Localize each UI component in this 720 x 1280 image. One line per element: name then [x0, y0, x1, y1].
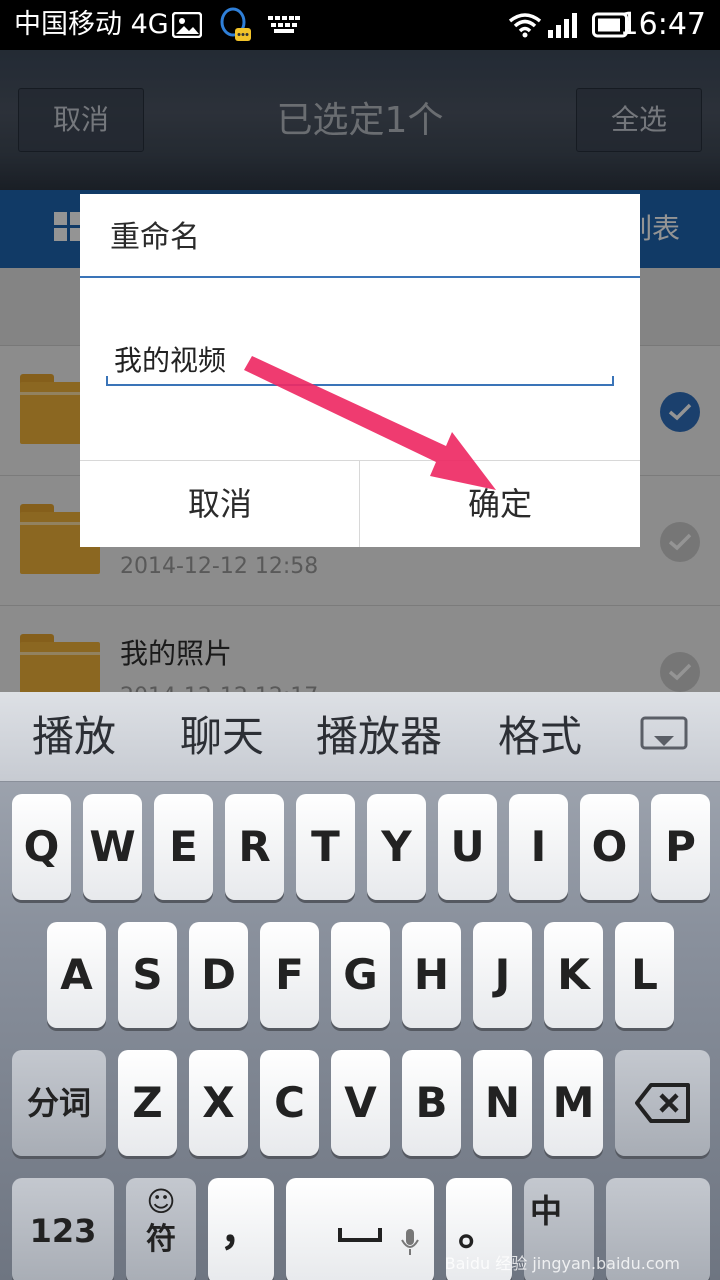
- key-k[interactable]: K: [544, 922, 603, 1028]
- input-edge-left: [106, 376, 108, 386]
- key-i[interactable]: I: [509, 794, 568, 900]
- backspace-key[interactable]: [615, 1050, 710, 1156]
- key-j[interactable]: J: [473, 922, 532, 1028]
- key-l[interactable]: L: [615, 922, 674, 1028]
- image-icon: [171, 11, 203, 42]
- clock: 16:47: [619, 7, 706, 42]
- carrier-label: 中国移动 4G: [14, 9, 169, 40]
- segment-key[interactable]: 分词: [12, 1050, 106, 1156]
- signal-icon: [548, 12, 580, 42]
- symbols-key[interactable]: ☺ 符: [126, 1178, 196, 1280]
- candidate-word[interactable]: 播放: [32, 710, 116, 764]
- numbers-key[interactable]: 123: [12, 1178, 114, 1280]
- candidate-word[interactable]: 格式: [498, 710, 582, 764]
- rename-dialog: 重命名 取消 确定: [80, 194, 640, 547]
- key-d[interactable]: D: [189, 922, 248, 1028]
- key-q[interactable]: Q: [12, 794, 71, 900]
- space-icon: [338, 1228, 382, 1242]
- key-s[interactable]: S: [118, 922, 177, 1028]
- candidate-word[interactable]: 聊天: [180, 710, 264, 764]
- keyboard-icon: [268, 14, 300, 38]
- soft-keyboard: 播放 聊天 播放器 格式 Q W E R T Y U I O P A S D F…: [0, 692, 720, 1280]
- qq-icon: [218, 6, 252, 48]
- key-x[interactable]: X: [189, 1050, 248, 1156]
- key-o[interactable]: O: [580, 794, 639, 900]
- key-t[interactable]: T: [296, 794, 355, 900]
- key-g[interactable]: G: [331, 922, 390, 1028]
- space-key[interactable]: [286, 1178, 434, 1280]
- rename-input[interactable]: [106, 334, 614, 386]
- dialog-title: 重命名: [110, 220, 200, 255]
- dialog-confirm-button[interactable]: 确定: [360, 461, 640, 547]
- dialog-divider: [80, 276, 640, 278]
- emoji-icon: ☺: [146, 1185, 176, 1218]
- key-z[interactable]: Z: [118, 1050, 177, 1156]
- symbols-label: 符: [146, 1222, 176, 1257]
- key-f[interactable]: F: [260, 922, 319, 1028]
- key-e[interactable]: E: [154, 794, 213, 900]
- key-a[interactable]: A: [47, 922, 106, 1028]
- key-v[interactable]: V: [331, 1050, 390, 1156]
- candidate-bar: 播放 聊天 播放器 格式: [0, 692, 720, 782]
- key-w[interactable]: W: [83, 794, 142, 900]
- key-r[interactable]: R: [225, 794, 284, 900]
- status-bar: 中国移动 4G 16:47: [0, 0, 720, 50]
- key-h[interactable]: H: [402, 922, 461, 1028]
- input-edge-right: [612, 376, 614, 386]
- key-y[interactable]: Y: [367, 794, 426, 900]
- comma-key[interactable]: ，: [208, 1178, 274, 1280]
- microphone-icon: [401, 1229, 419, 1255]
- key-m[interactable]: M: [544, 1050, 603, 1156]
- collapse-keyboard-icon[interactable]: [640, 716, 688, 756]
- dialog-buttons: 取消 确定: [80, 460, 640, 547]
- backspace-icon: [634, 1083, 690, 1123]
- key-b[interactable]: B: [402, 1050, 461, 1156]
- key-p[interactable]: P: [651, 794, 710, 900]
- language-label: 中: [530, 1192, 563, 1230]
- key-n[interactable]: N: [473, 1050, 532, 1156]
- dialog-cancel-button[interactable]: 取消: [80, 461, 360, 547]
- watermark: Baidu 经验 jingyan.baidu.com: [444, 1254, 680, 1273]
- wifi-icon: [508, 12, 542, 42]
- key-u[interactable]: U: [438, 794, 497, 900]
- candidate-word[interactable]: 播放器: [316, 710, 442, 764]
- key-c[interactable]: C: [260, 1050, 319, 1156]
